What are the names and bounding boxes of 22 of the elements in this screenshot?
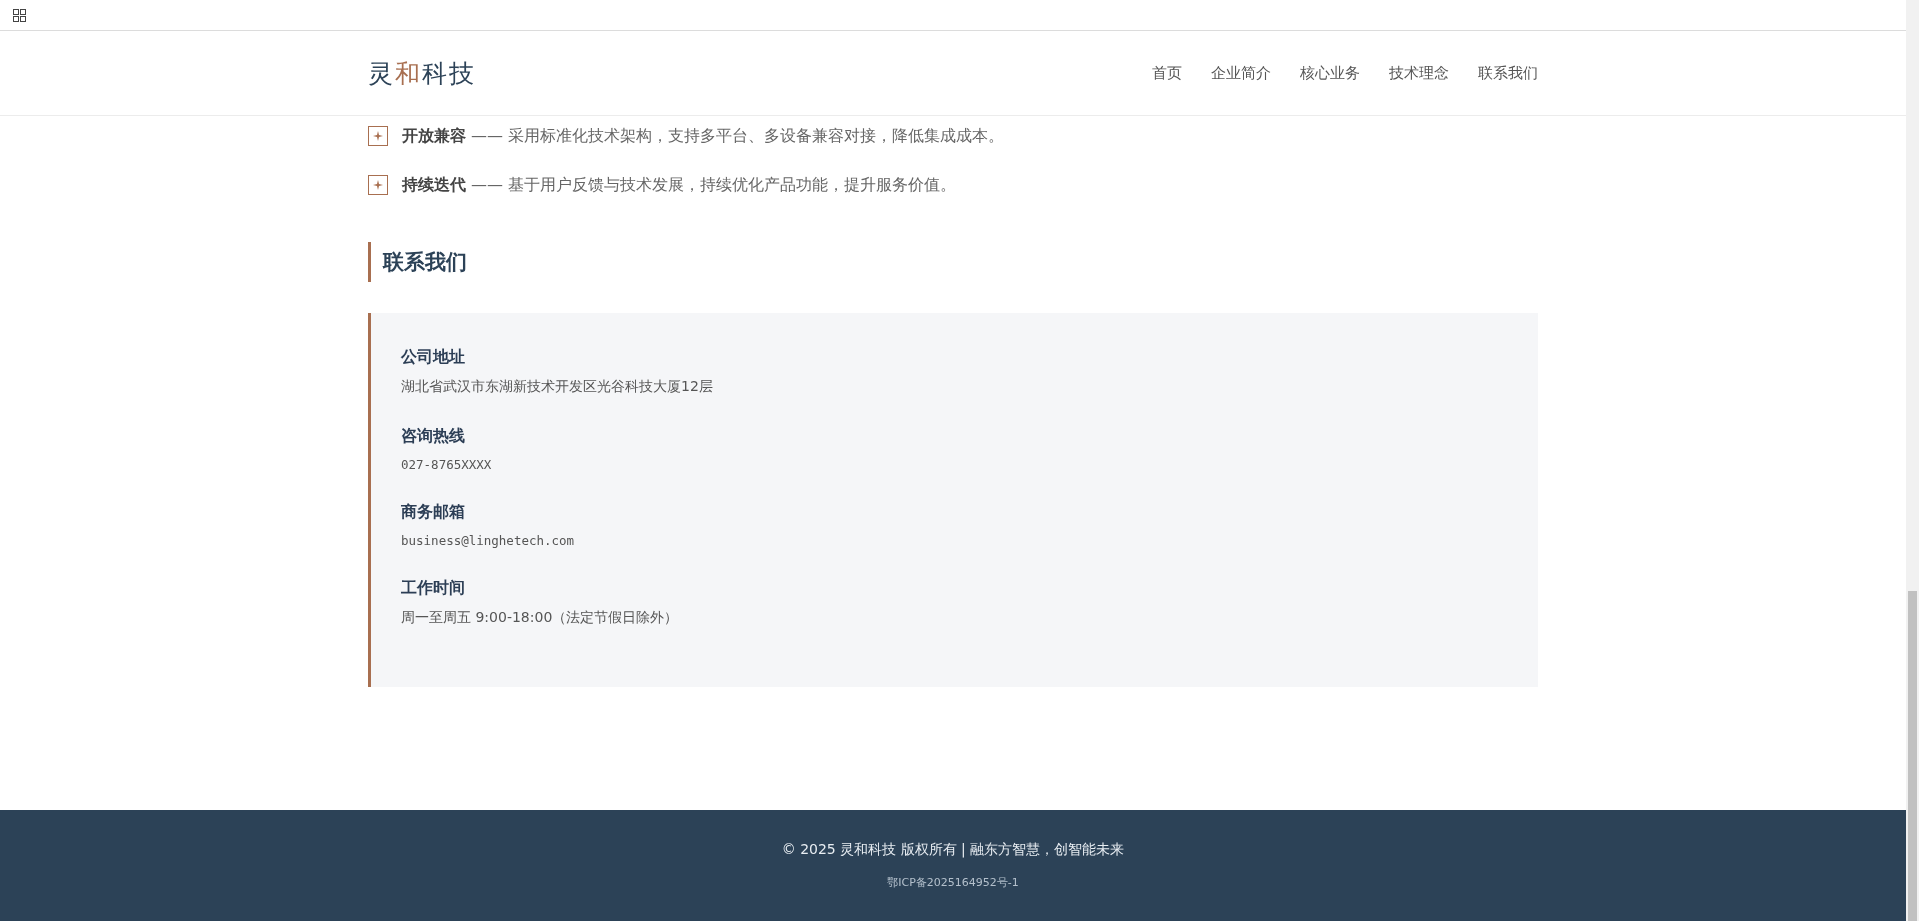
contact-label: 商务邮箱 [401, 502, 466, 523]
icp-link[interactable]: 鄂ICP备2025164952号-1 [887, 875, 1019, 890]
contact-value: business@linghetech.com [401, 533, 576, 548]
contact-value: 湖北省武汉市东湖新技术开发区光谷科技大厦12层 [401, 378, 714, 396]
nav-link[interactable]: 技术理念 [1389, 63, 1449, 83]
contact-label: 工作时间 [401, 578, 466, 599]
logo[interactable]: 灵和科技 [368, 56, 476, 90]
contact-value: 周一至周五 9:00-18:00（法定节假日除外） [401, 609, 680, 627]
principle-text: 开放兼容 —— 采用标准化技术架构，支持多平台、多设备兼容对接，降低集成成本。 [402, 125, 1005, 147]
nav-link[interactable]: 联系我们 [1478, 63, 1538, 83]
contact-label: 咨询热线 [401, 426, 466, 447]
nav-link[interactable]: 核心业务 [1300, 63, 1360, 83]
copyright-text: © 2025 灵和科技 版权所有 | 融东方智慧，创智能未来 [781, 841, 1125, 859]
nav-link[interactable]: 企业简介 [1211, 63, 1271, 83]
contact-value: 027-8765XXXX [401, 457, 493, 472]
contact-label: 公司地址 [401, 347, 466, 368]
principle-text: 持续迭代 —— 基于用户反馈与技术发展，持续优化产品功能，提升服务价值。 [402, 174, 957, 196]
scrollbar-thumb[interactable] [1908, 591, 1917, 921]
scrollbar[interactable] [1906, 0, 1919, 921]
nav-link[interactable]: 首页 [1152, 63, 1182, 83]
section-title: 联系我们 [368, 242, 1538, 282]
grid-icon[interactable] [13, 8, 26, 22]
